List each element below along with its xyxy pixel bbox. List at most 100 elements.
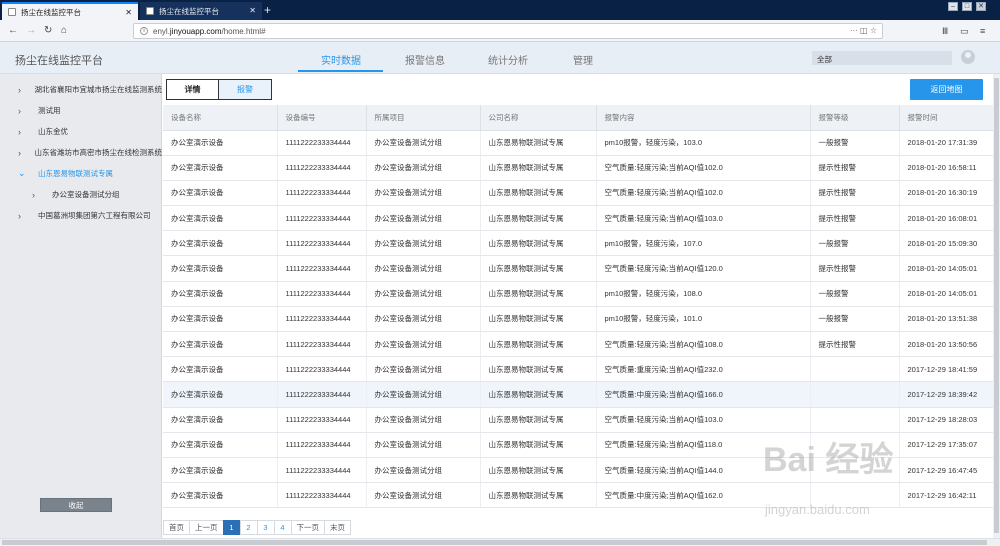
column-header[interactable]: 设备编号 xyxy=(277,105,367,131)
close-tab-icon[interactable]: ✕ xyxy=(125,8,132,17)
last-page-button[interactable]: 末页 xyxy=(324,520,351,535)
sidebar-item-gezhouba[interactable]: › 中国葛洲坝集团第六工程有限公司 xyxy=(0,205,162,226)
table-cell: 空气质量:轻度污染;当前AQI值102.0 xyxy=(596,180,811,207)
table-cell: 办公室设备测试分组 xyxy=(366,482,481,509)
table-cell: 提示性报警 xyxy=(810,155,900,181)
sidebar-item-enyi-test[interactable]: ⌄ 山东恩易物联测试专属 xyxy=(0,163,162,184)
table-cell: 1111222233334444 xyxy=(277,356,367,383)
user-avatar-icon[interactable] xyxy=(961,50,975,64)
nav-statistics[interactable]: 统计分析 xyxy=(488,52,528,67)
sidebar-item-label: 山东省潍坊市高密市扬尘在线检测系统 xyxy=(34,148,163,157)
first-page-button[interactable]: 首页 xyxy=(163,520,190,535)
tab-alarm[interactable]: 报警 xyxy=(219,80,271,99)
menu-icon[interactable]: ≡ xyxy=(980,26,985,36)
watermark-text: Bai 经验 xyxy=(763,441,894,479)
nav-realtime-data[interactable]: 实时数据 xyxy=(321,52,361,67)
address-bar[interactable]: i enyl. jinyouapp.com/home.html# ··· ◫ ☆ xyxy=(133,23,883,39)
column-header[interactable]: 所属项目 xyxy=(366,105,481,131)
new-tab-icon[interactable]: + xyxy=(264,3,271,17)
table-row[interactable]: 办公室演示设备 1111222233334444 办公室设备测试分组 山东恩易物联测试… xyxy=(163,180,993,207)
next-page-button[interactable]: 下一页 xyxy=(290,520,325,535)
column-header[interactable]: 公司名称 xyxy=(480,105,597,131)
horizontal-scrollbar[interactable] xyxy=(0,538,1000,546)
prev-page-button[interactable]: 上一页 xyxy=(189,520,224,535)
table-row[interactable]: 办公室演示设备 1111222233334444 办公室设备测试分组 山东恩易物联测试… xyxy=(163,281,993,307)
table-cell: 2018-01-20 14:05:01 xyxy=(899,255,993,282)
sidebar-item-shandong-gaomi[interactable]: › 山东省潍坊市高密市扬尘在线检测系统 xyxy=(0,142,162,163)
table-cell: 空气质量:重度污染;当前AQI值232.0 xyxy=(596,356,811,383)
table-row[interactable]: 办公室演示设备 1111222233334444 办公室设备测试分组 山东恩易物联测试… xyxy=(163,356,993,383)
page-4-button[interactable]: 4 xyxy=(273,520,292,535)
table-cell xyxy=(810,381,900,408)
column-header[interactable]: 报警时间 xyxy=(899,105,993,131)
forward-arrow-icon[interactable]: → xyxy=(26,25,36,36)
table-cell: 2018-01-20 16:30:19 xyxy=(899,180,993,207)
page-3-button[interactable]: 3 xyxy=(256,520,275,535)
table-row[interactable]: 办公室演示设备 1111222233334444 办公室设备测试分组 山东恩易物联测试… xyxy=(163,381,993,408)
table-cell: 2017-12-29 18:28:03 xyxy=(899,407,993,433)
table-cell: 1111222233334444 xyxy=(277,180,367,207)
maximize-window-icon[interactable]: □ xyxy=(962,2,972,11)
url-domain: jinyouapp.com xyxy=(169,26,222,36)
page-1-button[interactable]: 1 xyxy=(222,520,241,535)
nav-management[interactable]: 管理 xyxy=(573,52,593,67)
sidebar-item-office-group[interactable]: › 办公室设备测试分组 xyxy=(0,184,162,205)
library-icon[interactable]: Ⅲ xyxy=(942,26,948,37)
table-row[interactable]: 办公室演示设备 1111222233334444 办公室设备测试分组 山东恩易物联测试… xyxy=(163,331,993,358)
table-cell: 2018-01-20 16:58:11 xyxy=(899,155,993,181)
table-row[interactable]: 办公室演示设备 1111222233334444 办公室设备测试分组 山东恩易物联测试… xyxy=(163,130,993,156)
scope-select[interactable]: 全部 xyxy=(812,51,952,65)
column-header[interactable]: 设备名称 xyxy=(163,105,278,131)
table-cell: 空气质量:轻度污染;当前AQI值102.0 xyxy=(596,155,811,181)
table-cell: 办公室演示设备 xyxy=(163,482,278,509)
table-cell: 山东恩易物联测试专属 xyxy=(480,407,597,433)
table-cell: 办公室设备测试分组 xyxy=(366,407,481,433)
home-icon[interactable]: ⌂ xyxy=(61,25,67,36)
minimize-window-icon[interactable]: – xyxy=(948,2,958,11)
table-row[interactable]: 办公室演示设备 1111222233334444 办公室设备测试分组 山东恩易物联测试… xyxy=(163,230,993,257)
collapse-sidebar-button[interactable]: 收起 xyxy=(40,498,112,512)
sidebar-toggle-icon[interactable]: ▭ xyxy=(960,26,969,37)
tab-detail[interactable]: 详情 xyxy=(167,80,219,99)
browser-tab-active[interactable]: 扬尘在线监控平台 ✕ xyxy=(2,2,138,20)
column-header[interactable]: 报警内容 xyxy=(596,105,811,131)
table-header-row: 设备名称 设备编号 所属项目 公司名称 报警内容 报警等级 报警时间 xyxy=(163,105,993,131)
close-window-icon[interactable]: ✕ xyxy=(976,2,986,11)
table-cell: 办公室设备测试分组 xyxy=(366,457,481,484)
table-cell: 办公室演示设备 xyxy=(163,255,278,282)
table-cell: 办公室演示设备 xyxy=(163,230,278,257)
page-2-button[interactable]: 2 xyxy=(239,520,258,535)
nav-alarm-info[interactable]: 报警信息 xyxy=(405,52,445,67)
scrollbar-thumb[interactable] xyxy=(994,78,999,533)
sidebar-item-shandong-jinyou[interactable]: › 山东金优 xyxy=(0,121,162,142)
browser-tab-inactive[interactable]: 扬尘在线监控平台 ✕ xyxy=(140,2,262,20)
table-cell: 办公室设备测试分组 xyxy=(366,205,481,232)
back-arrow-icon[interactable]: ← xyxy=(8,25,18,36)
table-row[interactable]: 办公室演示设备 1111222233334444 办公室设备测试分组 山东恩易物联测试… xyxy=(163,155,993,181)
table-cell: 1111222233334444 xyxy=(277,432,367,458)
table-cell: pm10报警，轻度污染，107.0 xyxy=(596,230,811,257)
table-cell: pm10报警，轻度污染，108.0 xyxy=(596,281,811,307)
table-cell: 2018-01-20 16:08:01 xyxy=(899,205,993,232)
table-cell: pm10报警，轻度污染，101.0 xyxy=(596,306,811,333)
column-header[interactable]: 报警等级 xyxy=(810,105,900,131)
table-cell: 山东恩易物联测试专属 xyxy=(480,281,597,307)
table-row[interactable]: 办公室演示设备 1111222233334444 办公室设备测试分组 山东恩易物联测试… xyxy=(163,205,993,232)
vertical-scrollbar[interactable] xyxy=(993,74,1000,538)
table-cell: 1111222233334444 xyxy=(277,482,367,509)
table-row[interactable]: 办公室演示设备 1111222233334444 办公室设备测试分组 山东恩易物联测试… xyxy=(163,407,993,433)
table-cell: 办公室演示设备 xyxy=(163,205,278,232)
scrollbar-thumb[interactable] xyxy=(2,540,987,545)
page-actions-icon[interactable]: ··· ◫ ☆ xyxy=(850,26,877,35)
sidebar-item-hubei-yicheng[interactable]: › 湖北省襄阳市宜城市扬尘在线监测系统 xyxy=(0,79,162,100)
back-to-map-button[interactable]: 返回地图 xyxy=(910,79,983,100)
sidebar-item-test[interactable]: › 测试用 xyxy=(0,100,162,121)
table-cell: 1111222233334444 xyxy=(277,407,367,433)
table-cell: 2018-01-20 13:51:38 xyxy=(899,306,993,333)
reload-icon[interactable]: ↻ xyxy=(44,25,52,36)
site-info-icon[interactable]: i xyxy=(140,27,148,35)
table-row[interactable]: 办公室演示设备 1111222233334444 办公室设备测试分组 山东恩易物联测试… xyxy=(163,255,993,282)
browser-nav-bar: ← → ↻ ⌂ i enyl. jinyouapp.com/home.html# … xyxy=(0,20,1000,42)
close-tab-icon[interactable]: ✕ xyxy=(249,6,256,15)
table-row[interactable]: 办公室演示设备 1111222233334444 办公室设备测试分组 山东恩易物联测试… xyxy=(163,306,993,333)
